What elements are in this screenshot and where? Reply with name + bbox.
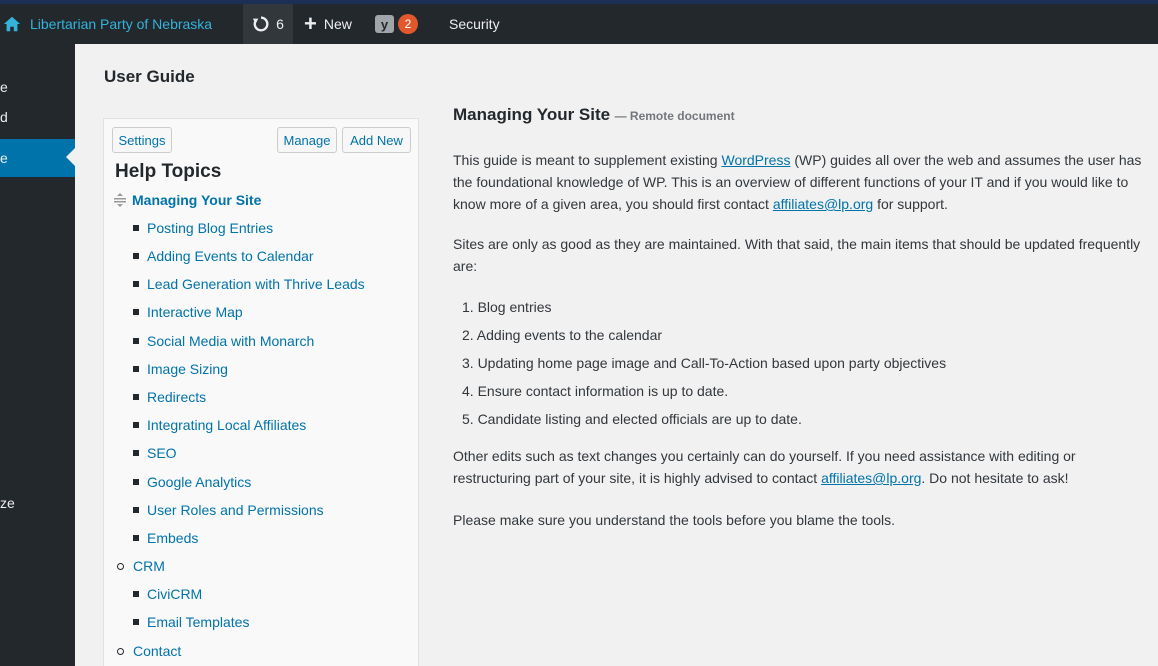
bullet-square bbox=[133, 281, 139, 287]
bullet-square bbox=[133, 450, 139, 456]
bullet-square bbox=[133, 479, 139, 485]
security-label: Security bbox=[449, 16, 500, 32]
document-subtitle: — Remote document bbox=[614, 109, 735, 123]
topic-user-roles[interactable]: User Roles and Permissions bbox=[133, 502, 324, 518]
topic-label: CRM bbox=[133, 558, 165, 574]
paragraph-maintenance: Sites are only as good as they are maint… bbox=[453, 236, 1141, 274]
paragraph-other-edits: Other edits such as text changes you cer… bbox=[453, 445, 1143, 489]
bullet-square bbox=[133, 422, 139, 428]
topic-label: CiviCRM bbox=[147, 586, 203, 602]
topic-local-affiliates[interactable]: Integrating Local Affiliates bbox=[133, 417, 306, 433]
bullet-square bbox=[133, 619, 139, 625]
topic-civicrm[interactable]: CiviCRM bbox=[133, 586, 202, 602]
topic-managing-your-site[interactable]: Managing Your Site bbox=[114, 192, 261, 208]
document-title: Managing Your Site bbox=[453, 105, 611, 124]
site-name-label: Libertarian Party of Nebraska bbox=[30, 16, 213, 32]
topic-label: Email Templates bbox=[147, 614, 250, 630]
intro-text-start: This guide is meant to supplement existi… bbox=[453, 152, 722, 168]
topic-label: Integrating Local Affiliates bbox=[147, 417, 307, 433]
wordpress-link[interactable]: WordPress bbox=[721, 152, 790, 168]
sidebar-item-label: e bbox=[0, 150, 8, 166]
topic-label: Redirects bbox=[147, 389, 207, 405]
bullet-square bbox=[133, 225, 139, 231]
home-icon bbox=[3, 16, 21, 32]
updates-button[interactable]: 6 bbox=[243, 4, 293, 44]
affiliates-email-link-2[interactable]: affiliates@lp.org bbox=[821, 470, 921, 486]
bullet-square bbox=[133, 338, 139, 344]
list-item: 5. Candidate listing and elected officia… bbox=[462, 411, 802, 427]
new-content-button[interactable]: + New bbox=[304, 4, 352, 44]
topic-label: Contact bbox=[133, 643, 182, 659]
yoast-icon: y bbox=[375, 15, 394, 33]
topic-google-analytics[interactable]: Google Analytics bbox=[133, 474, 251, 490]
plus-icon: + bbox=[304, 11, 317, 36]
topic-posting-blog-entries[interactable]: Posting Blog Entries bbox=[133, 220, 273, 236]
sidebar-item-4[interactable]: ze bbox=[0, 484, 75, 522]
paragraph-closing: Please make sure you understand the tool… bbox=[453, 512, 896, 528]
manage-button[interactable]: Manage bbox=[277, 127, 337, 153]
topic-label: Embeds bbox=[147, 530, 199, 546]
new-label: New bbox=[323, 16, 352, 32]
bullet-square bbox=[133, 309, 139, 315]
sidebar-item-label: e bbox=[0, 79, 8, 95]
list-item: 3. Updating home page image and Call-To-… bbox=[462, 355, 947, 371]
topic-label: Interactive Map bbox=[147, 304, 243, 320]
topic-crm[interactable]: CRM bbox=[117, 558, 165, 574]
topic-adding-events[interactable]: Adding Events to Calendar bbox=[133, 248, 314, 264]
topic-embeds[interactable]: Embeds bbox=[133, 530, 198, 546]
help-topics-panel: Settings Manage Add New Help Topics Mana… bbox=[103, 118, 419, 666]
sidebar-item-2[interactable]: d bbox=[0, 98, 75, 136]
topic-social-media[interactable]: Social Media with Monarch bbox=[133, 333, 314, 349]
topic-label: Adding Events to Calendar bbox=[147, 248, 314, 264]
refresh-icon bbox=[252, 16, 269, 32]
topic-label: Google Analytics bbox=[147, 474, 252, 490]
affiliates-email-link[interactable]: affiliates@lp.org bbox=[773, 196, 873, 212]
topic-label: User Roles and Permissions bbox=[147, 502, 324, 518]
admin-sidebar: e d e ze bbox=[0, 44, 75, 666]
sidebar-item-label: d bbox=[0, 109, 8, 125]
topic-image-sizing[interactable]: Image Sizing bbox=[133, 361, 228, 377]
bullet-square bbox=[133, 535, 139, 541]
settings-button[interactable]: Settings bbox=[112, 127, 172, 153]
topic-redirects[interactable]: Redirects bbox=[133, 389, 206, 405]
topic-label: Image Sizing bbox=[147, 361, 228, 377]
sidebar-item-label: ze bbox=[0, 495, 15, 511]
list-item: 2. Adding events to the calendar bbox=[462, 327, 663, 343]
intro-text-end: for support. bbox=[873, 196, 948, 212]
document-header: Managing Your Site — Remote document bbox=[453, 105, 735, 125]
bullet-square bbox=[133, 253, 139, 259]
site-name-link[interactable]: Libertarian Party of Nebraska bbox=[0, 4, 236, 44]
security-menu[interactable]: Security bbox=[449, 4, 500, 44]
paragraph-intro: This guide is meant to supplement existi… bbox=[453, 149, 1143, 215]
topic-label: Managing Your Site bbox=[132, 192, 262, 208]
bullet-circle bbox=[117, 562, 124, 570]
list-item: 1. Blog entries bbox=[462, 299, 552, 315]
page-title: User Guide bbox=[104, 67, 195, 86]
bullet-square bbox=[133, 507, 139, 513]
bullet-square bbox=[133, 394, 139, 400]
list-item: 4. Ensure contact information is up to d… bbox=[462, 383, 729, 399]
topic-label: SEO bbox=[147, 445, 177, 461]
topic-interactive-map[interactable]: Interactive Map bbox=[133, 304, 243, 320]
topic-label: Social Media with Monarch bbox=[147, 333, 315, 349]
help-topics-heading: Help Topics bbox=[115, 161, 222, 182]
drag-handle-icon bbox=[114, 193, 126, 207]
add-new-button[interactable]: Add New bbox=[342, 127, 411, 153]
topic-label: Posting Blog Entries bbox=[147, 220, 274, 236]
bullet-square bbox=[133, 591, 139, 597]
topic-label: Lead Generation with Thrive Leads bbox=[147, 276, 365, 292]
bullet-square bbox=[133, 366, 139, 372]
yoast-seo-menu[interactable]: y 2 bbox=[375, 4, 418, 44]
bullet-circle bbox=[117, 647, 124, 655]
active-menu-arrow bbox=[66, 148, 75, 166]
yoast-notification-badge: 2 bbox=[398, 14, 418, 34]
updates-count: 6 bbox=[276, 16, 284, 32]
topic-lead-generation[interactable]: Lead Generation with Thrive Leads bbox=[133, 276, 365, 292]
sidebar-item-active[interactable]: e bbox=[0, 139, 75, 177]
topic-contact[interactable]: Contact bbox=[117, 643, 181, 659]
topic-email-templates[interactable]: Email Templates bbox=[133, 614, 249, 630]
other-edits-end: . Do not hesitate to ask! bbox=[921, 470, 1069, 486]
topic-seo[interactable]: SEO bbox=[133, 445, 177, 461]
admin-bar: Libertarian Party of Nebraska 6 + New y … bbox=[0, 0, 1158, 44]
